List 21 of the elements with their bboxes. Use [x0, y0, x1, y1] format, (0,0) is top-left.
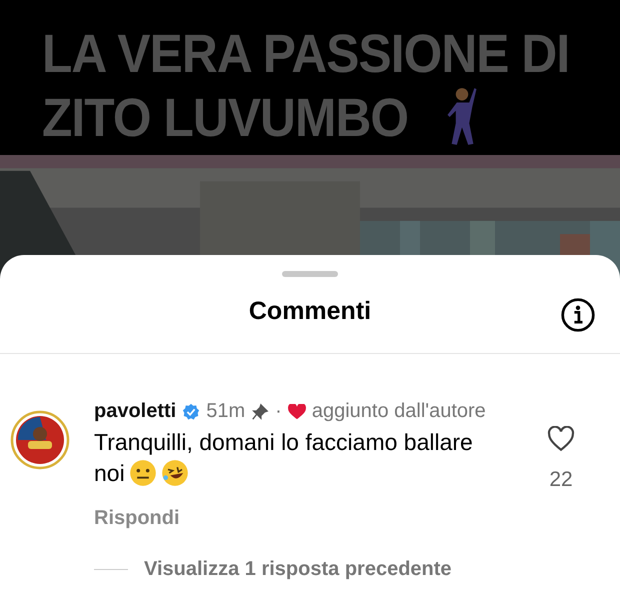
drag-handle[interactable] — [282, 271, 338, 277]
reply-link[interactable]: Rispondi — [94, 507, 180, 530]
heart-icon[interactable] — [547, 426, 575, 452]
laughing-face-icon — [160, 459, 189, 487]
avatar[interactable] — [10, 410, 70, 470]
username[interactable]: pavoletti — [94, 400, 176, 423]
video-caption: LA VERA PASSIONE DI — [42, 24, 570, 84]
comment-text: noi — [94, 460, 125, 486]
pin-icon — [251, 402, 270, 420]
video-caption: ZITO LUVUMBO — [42, 88, 408, 148]
info-icon[interactable] — [560, 297, 596, 333]
verified-icon — [182, 402, 200, 420]
face-icon — [128, 459, 157, 487]
comment-time: 51m — [206, 400, 246, 423]
dancer-icon — [446, 86, 478, 148]
author-note: aggiunto dall'autore — [312, 400, 486, 423]
sheet-title: Commenti — [248, 296, 372, 326]
comment-text: Tranquilli, domani lo facciamo ballare — [94, 429, 473, 455]
view-replies-link[interactable]: Visualizza 1 risposta precedente — [144, 558, 452, 581]
like-count: 22 — [549, 468, 573, 492]
separator-dot: · — [275, 400, 282, 423]
